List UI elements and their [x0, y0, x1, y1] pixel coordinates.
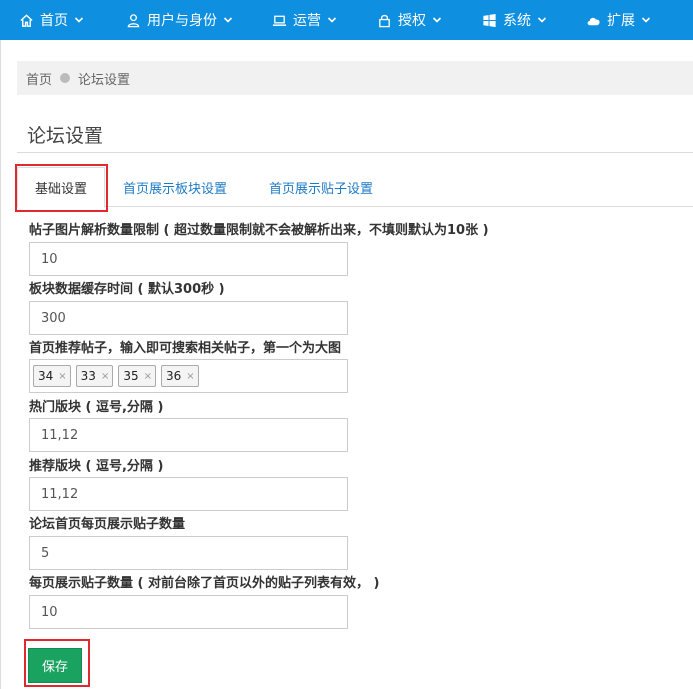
chevron-down-icon: [327, 15, 337, 25]
recommended-boards-label: 推荐版块 ( 逗号,分隔 ): [29, 459, 164, 474]
remove-tag-icon[interactable]: ×: [186, 371, 194, 382]
cache-time-label: 板块数据缓存时间 ( 默认300秒 ): [29, 282, 225, 297]
lock-icon: [376, 12, 392, 28]
nav-item-label: 系统: [503, 13, 531, 29]
remove-tag-icon[interactable]: ×: [101, 371, 109, 382]
tab-label: 首页展示板块设置: [123, 181, 228, 197]
posts-per-page-input[interactable]: 10: [29, 595, 348, 629]
remove-tag-icon[interactable]: ×: [58, 371, 66, 382]
nav-item-label: 授权: [398, 13, 426, 29]
tag-label: 35: [123, 369, 139, 383]
laptop-icon: [271, 12, 287, 28]
remove-tag-icon[interactable]: ×: [144, 371, 152, 382]
recommended-posts-input[interactable]: 34 × 33 × 35 × 36 ×: [29, 359, 348, 393]
breadcrumb-separator-icon: [60, 73, 71, 83]
nav-item-users[interactable]: 用户与身份: [125, 0, 233, 40]
nav-item-label: 运营: [293, 13, 321, 29]
tab-home-board-settings[interactable]: 首页展示板块设置: [123, 167, 227, 207]
tag-label: 34: [38, 369, 54, 383]
page-title: 论坛设置: [27, 125, 104, 147]
post-tag: 34 ×: [33, 365, 71, 387]
breadcrumb-current: 论坛设置: [78, 72, 131, 88]
tab-label: 首页展示贴子设置: [269, 181, 374, 197]
settings-tabs: 基础设置 首页展示板块设置 首页展示贴子设置: [17, 167, 693, 208]
chevron-down-icon: [432, 15, 442, 25]
top-navbar: 首页 用户与身份 运营 授权 系统 扩展: [0, 0, 693, 40]
hot-boards-input[interactable]: 11,12: [29, 418, 348, 452]
post-tag: 36 ×: [161, 365, 199, 387]
nav-item-label: 首页: [40, 13, 68, 29]
tag-label: 33: [80, 369, 96, 383]
chevron-down-icon: [537, 15, 547, 25]
nav-item-auth[interactable]: 授权: [376, 0, 442, 40]
cache-time-input[interactable]: 300: [29, 301, 348, 335]
save-button[interactable]: 保存: [28, 648, 82, 683]
post-tag: 33 ×: [75, 365, 114, 387]
chevron-down-icon: [223, 15, 233, 25]
home-posts-per-page-label: 论坛首页每页展示贴子数量: [29, 517, 186, 532]
image-limit-input[interactable]: 10: [29, 242, 348, 276]
chevron-down-icon: [641, 15, 651, 25]
title-divider: [17, 152, 693, 153]
tab-home-post-settings[interactable]: 首页展示贴子设置: [269, 167, 373, 207]
hot-boards-label: 热门版块 ( 逗号,分隔 ): [29, 400, 164, 415]
breadcrumb: 首页 论坛设置: [17, 61, 693, 95]
user-icon: [125, 12, 141, 28]
nav-item-label: 用户与身份: [147, 13, 217, 29]
home-icon: [18, 12, 34, 28]
nav-item-system[interactable]: 系统: [481, 0, 547, 40]
breadcrumb-home-link[interactable]: 首页: [26, 69, 52, 88]
post-tag: 35 ×: [118, 365, 157, 387]
cloud-icon: [585, 12, 601, 28]
image-limit-label: 帖子图片解析数量限制 ( 超过数量限制就不会被解析出来，不填则默认为10张 ): [29, 223, 489, 238]
recommended-boards-input[interactable]: 11,12: [29, 477, 348, 511]
nav-item-extensions[interactable]: 扩展: [585, 0, 651, 40]
windows-icon: [481, 12, 497, 28]
home-posts-per-page-input[interactable]: 5: [29, 536, 348, 570]
chevron-down-icon: [74, 15, 84, 25]
nav-item-home[interactable]: 首页: [18, 0, 84, 40]
nav-item-label: 扩展: [607, 13, 635, 29]
nav-item-operations[interactable]: 运营: [271, 0, 337, 40]
recommended-posts-label: 首页推荐帖子，输入即可搜索相关帖子，第一个为大图: [29, 341, 342, 356]
highlight-box-tab: [15, 164, 108, 212]
posts-per-page-label: 每页展示贴子数量 ( 对前台除了首页以外的贴子列表有效， ): [29, 576, 380, 591]
sidebar-divider: [0, 40, 1, 689]
tag-label: 36: [166, 369, 182, 383]
